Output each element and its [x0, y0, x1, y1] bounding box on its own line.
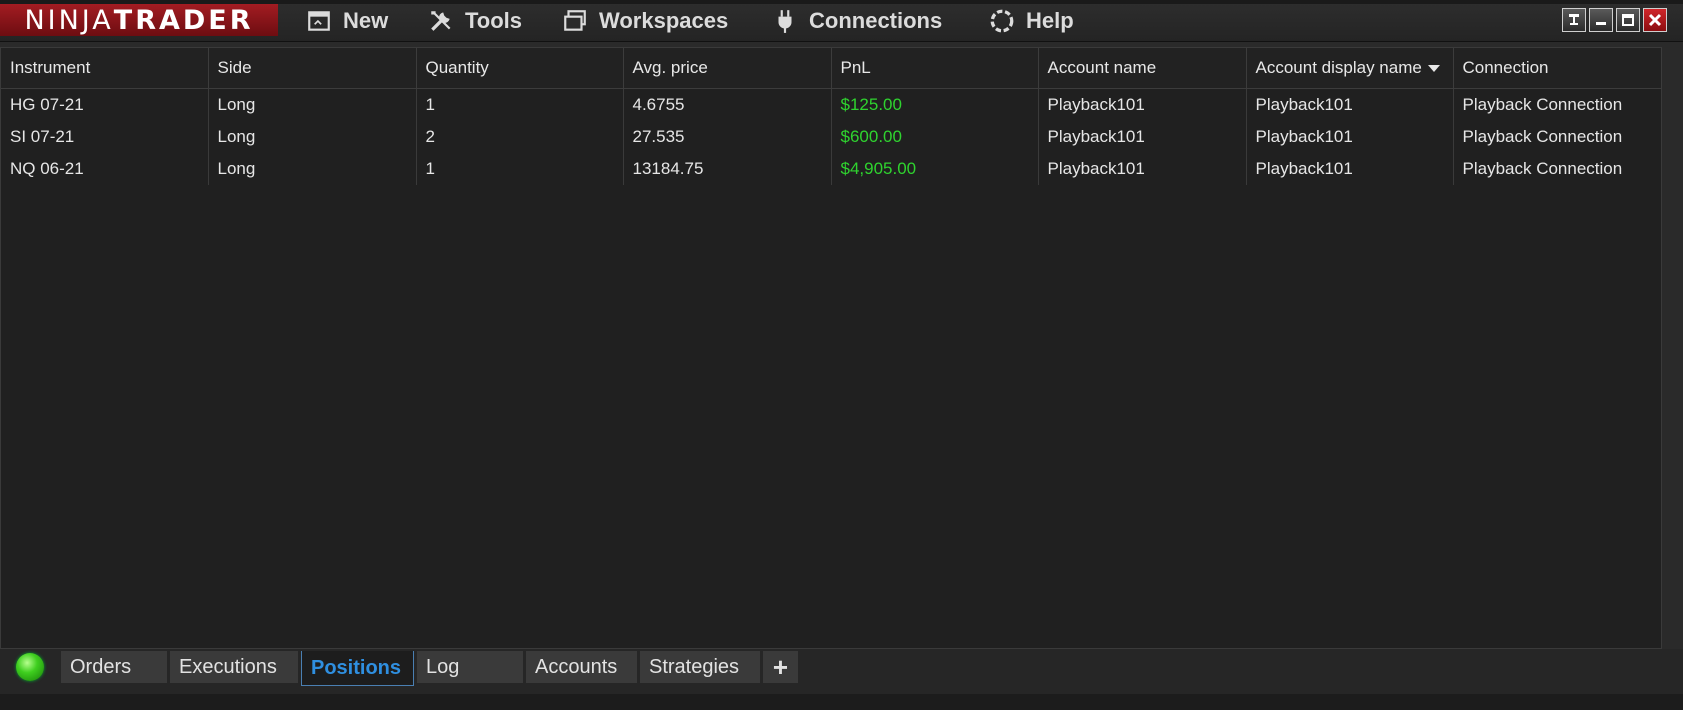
ninjatrader-logo: NINJA TRADER — [0, 4, 278, 36]
cell-instrument: NQ 06-21 — [1, 153, 209, 185]
plug-icon — [771, 7, 799, 35]
cell-connection: Playback Connection — [1453, 121, 1662, 153]
menu-new-label: New — [343, 8, 389, 33]
workspaces-icon — [561, 7, 589, 35]
menu-connections-label: Connections — [809, 8, 943, 33]
cell-quantity: 2 — [416, 121, 624, 153]
logo-text-left: NINJA — [24, 4, 114, 36]
menu-new[interactable]: New — [305, 4, 388, 38]
cell-pnl: $125.00 — [831, 88, 1039, 121]
minimize-button[interactable] — [1589, 8, 1613, 32]
cell-avg-price: 4.6755 — [623, 88, 832, 121]
positions-grid: Instrument Side Quantity Avg. price PnL … — [0, 47, 1662, 649]
positions-table: Instrument Side Quantity Avg. price PnL … — [1, 48, 1662, 185]
cell-connection: Playback Connection — [1453, 153, 1662, 185]
add-tab-button[interactable]: + — [763, 651, 798, 683]
column-header-avg-price[interactable]: Avg. price — [623, 48, 832, 89]
menu-help-label: Help — [1026, 8, 1074, 33]
new-window-icon — [305, 7, 333, 35]
column-header-account-name[interactable]: Account name — [1038, 48, 1247, 89]
bottom-border — [0, 694, 1683, 710]
maximize-icon — [1622, 14, 1634, 26]
cell-pnl: $4,905.00 — [831, 153, 1039, 185]
column-header-instrument[interactable]: Instrument — [1, 48, 209, 89]
column-header-account-display-name-label: Account display name — [1255, 58, 1422, 77]
help-icon — [988, 7, 1016, 35]
table-row[interactable]: SI 07-21 Long 2 27.535 $600.00 Playback1… — [1, 121, 1662, 153]
right-border — [1662, 42, 1683, 649]
cell-side: Long — [208, 121, 417, 153]
menu-bar: NINJA TRADER New Tools Workspaces Connect… — [0, 0, 1683, 42]
cell-side: Long — [208, 88, 417, 121]
menu-workspaces[interactable]: Workspaces — [561, 4, 728, 38]
cell-connection: Playback Connection — [1453, 88, 1662, 121]
menu-workspaces-label: Workspaces — [599, 8, 729, 33]
cell-pnl: $600.00 — [831, 121, 1039, 153]
maximize-button[interactable] — [1616, 8, 1640, 32]
cell-account-name: Playback101 — [1038, 121, 1247, 153]
pin-icon — [1569, 14, 1579, 25]
tab-executions[interactable]: Executions — [170, 651, 298, 683]
tab-strategies[interactable]: Strategies — [640, 651, 760, 683]
cell-account-display-name: Playback101 — [1246, 121, 1454, 153]
header-row: Instrument Side Quantity Avg. price PnL … — [1, 48, 1662, 89]
logo-text-right: TRADER — [113, 4, 254, 36]
menu-tools-label: Tools — [465, 8, 523, 33]
cell-avg-price: 27.535 — [623, 121, 832, 153]
column-header-side[interactable]: Side — [208, 48, 417, 89]
menu-connections[interactable]: Connections — [771, 4, 942, 38]
cell-instrument: HG 07-21 — [1, 88, 209, 121]
menu-tools[interactable]: Tools — [427, 4, 522, 38]
control-center-window: NINJA TRADER New Tools Workspaces Connect… — [0, 0, 1683, 710]
column-header-account-display-name[interactable]: Account display name — [1246, 48, 1454, 89]
tab-accounts[interactable]: Accounts — [526, 651, 637, 683]
window-controls — [1562, 8, 1667, 32]
tab-orders[interactable]: Orders — [61, 651, 167, 683]
cell-account-name: Playback101 — [1038, 153, 1247, 185]
cell-account-display-name: Playback101 — [1246, 153, 1454, 185]
menu-help[interactable]: Help — [988, 4, 1074, 38]
column-header-quantity[interactable]: Quantity — [416, 48, 624, 89]
cell-side: Long — [208, 153, 417, 185]
pin-button[interactable] — [1562, 8, 1586, 32]
sort-descending-icon — [1427, 65, 1440, 73]
close-button[interactable] — [1643, 8, 1667, 32]
cell-instrument: SI 07-21 — [1, 121, 209, 153]
cell-account-display-name: Playback101 — [1246, 88, 1454, 121]
cell-avg-price: 13184.75 — [623, 153, 832, 185]
close-icon — [1648, 13, 1662, 27]
tab-log[interactable]: Log — [417, 651, 523, 683]
cell-quantity: 1 — [416, 88, 624, 121]
cell-account-name: Playback101 — [1038, 88, 1247, 121]
tab-positions[interactable]: Positions — [301, 651, 414, 686]
connection-status-icon — [16, 653, 44, 681]
column-header-pnl[interactable]: PnL — [831, 48, 1039, 89]
minimize-icon — [1596, 22, 1606, 25]
table-row[interactable]: NQ 06-21 Long 1 13184.75 $4,905.00 Playb… — [1, 153, 1662, 185]
tools-icon — [427, 7, 455, 35]
table-row[interactable]: HG 07-21 Long 1 4.6755 $125.00 Playback1… — [1, 88, 1662, 121]
column-header-connection[interactable]: Connection — [1453, 48, 1662, 89]
cell-quantity: 1 — [416, 153, 624, 185]
